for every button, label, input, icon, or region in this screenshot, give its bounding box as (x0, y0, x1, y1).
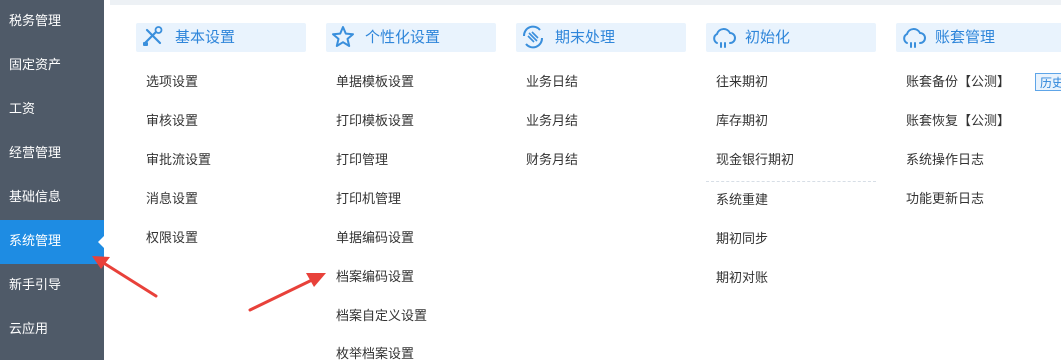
menu-item-update-log[interactable]: 功能更新日志 (906, 191, 984, 209)
cloud-icon (903, 28, 926, 48)
menu-item-print-template[interactable]: 打印模板设置 (336, 113, 414, 131)
menu-item-cash-bank-opening[interactable]: 现金银行期初 (716, 152, 794, 170)
menu-item-operation-log[interactable]: 系统操作日志 (906, 152, 984, 170)
star-icon (332, 26, 354, 47)
section-title: 账套管理 (935, 28, 996, 46)
sidebar: 税务管理 固定资产 工资 经营管理 基础信息 系统管理 新手引导 云应用 (0, 0, 105, 360)
menu-item-daily-close[interactable]: 业务日结 (526, 74, 578, 92)
annotation-arrow-icon (92, 256, 158, 298)
menu-item-message[interactable]: 消息设置 (146, 191, 198, 209)
menu-item-archive-code[interactable]: 档案编码设置 (336, 269, 414, 287)
menu-item-stock-opening[interactable]: 库存期初 (716, 113, 768, 131)
sidebar-item-fixed-assets[interactable]: 固定资产 (0, 44, 104, 88)
menu-item-approval-flow[interactable]: 审批流设置 (146, 152, 211, 170)
section-header-period-end: 期末处理 (516, 23, 686, 52)
menu-item-printer-manage[interactable]: 打印机管理 (336, 191, 401, 209)
section-header-initialization: 初始化 (706, 23, 876, 52)
sidebar-item-cloud[interactable]: 云应用 (0, 308, 104, 352)
sidebar-item-basic-info[interactable]: 基础信息 (0, 176, 104, 220)
section-title: 基本设置 (175, 28, 236, 46)
menu-item-doc-code[interactable]: 单据编码设置 (336, 230, 414, 248)
section-title: 个性化设置 (365, 28, 441, 46)
menu-item-enum-archive[interactable]: 枚举档案设置 (336, 346, 414, 364)
menu-item-restore[interactable]: 账套恢复【公测】 (906, 113, 1010, 131)
section-divider (706, 181, 876, 182)
sidebar-item-payroll[interactable]: 工资 (0, 88, 104, 132)
section-header-basic-settings: 基本设置 (136, 23, 306, 52)
section-title: 初始化 (745, 28, 791, 46)
sidebar-item-business[interactable]: 经营管理 (0, 132, 104, 176)
menu-item-opening-reconcile[interactable]: 期初对账 (716, 270, 768, 288)
menu-item-options[interactable]: 选项设置 (146, 74, 198, 92)
menu-item-ar-ap-opening[interactable]: 往来期初 (716, 74, 768, 92)
menu-item-opening-sync[interactable]: 期初同步 (716, 231, 768, 249)
menu-item-audit[interactable]: 审核设置 (146, 113, 198, 131)
tools-icon (143, 26, 163, 46)
menu-item-doc-template[interactable]: 单据模板设置 (336, 74, 414, 92)
menu-item-print-manage[interactable]: 打印管理 (336, 152, 388, 170)
menu-item-permission[interactable]: 权限设置 (146, 230, 198, 248)
sidebar-item-label: 系统管理 (9, 234, 62, 249)
menu-item-monthly-close[interactable]: 业务月结 (526, 113, 578, 131)
annotation-arrow-icon (248, 273, 326, 312)
sidebar-item-tax[interactable]: 税务管理 (0, 0, 104, 44)
active-caret-icon (98, 235, 105, 249)
menu-item-backup[interactable]: 账套备份【公测】 (906, 74, 1010, 92)
history-button[interactable]: 历史 (1035, 73, 1061, 91)
top-strip (110, 0, 1061, 5)
menu-item-system-rebuild[interactable]: 系统重建 (716, 192, 768, 210)
section-title: 期末处理 (555, 28, 616, 46)
menu-item-finance-monthly-close[interactable]: 财务月结 (526, 152, 578, 170)
section-header-account-set: 账套管理 (896, 23, 1061, 52)
section-header-personalization: 个性化设置 (326, 23, 496, 52)
period-end-icon (522, 25, 544, 49)
cloud-icon (713, 28, 736, 48)
menu-item-archive-custom[interactable]: 档案自定义设置 (336, 308, 427, 326)
